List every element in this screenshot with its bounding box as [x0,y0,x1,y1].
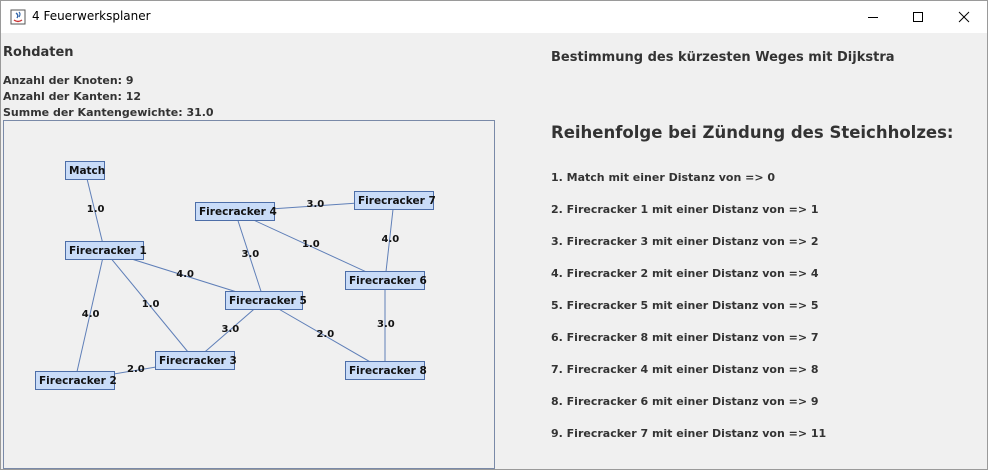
app-window: 4 Feuerwerksplaner Rohdaten Anzahl der K… [0,0,988,470]
order-item: 8. Firecracker 6 mit einer Distanz von =… [551,395,819,408]
order-item: 3. Firecracker 3 mit einer Distanz von =… [551,235,819,248]
order-title: Reihenfolge bei Zündung des Steichholzes… [551,123,954,142]
edge-weight-label: 4.0 [176,268,194,280]
order-item: 9. Firecracker 7 mit einer Distanz von =… [551,427,827,440]
minimize-button[interactable] [850,1,896,33]
edge-weight-label: 3.0 [306,199,325,210]
order-item: 4. Firecracker 2 mit einer Distanz von =… [551,267,819,280]
order-item: 7. Firecracker 4 mit einer Distanz von =… [551,363,819,376]
weight-sum: Summe der Kantengewichte: 31.0 [3,106,214,119]
graph-node-f3[interactable]: Firecracker 3 [155,351,237,370]
edge-weight-label: 4.0 [81,308,100,320]
title-bar: 4 Feuerwerksplaner [1,1,987,33]
dijkstra-title: Bestimmung des kürzesten Weges mit Dijks… [551,50,895,65]
node-count: Anzahl der Knoten: 9 [3,74,134,87]
maximize-icon [913,12,923,22]
edge-weight-label: 2.0 [127,363,145,375]
edge-weight-label: 2.0 [316,328,335,340]
edge-weight-label: 1.0 [302,239,320,250]
edge-count: Anzahl der Kanten: 12 [3,90,142,103]
order-item: 6. Firecracker 8 mit einer Distanz von =… [551,331,819,344]
graph-panel: 1.0 4.0 1.0 4.0 2.0 3.0 3.0 3.0 1.0 4.0 3.0 2.0 Matc… [3,120,495,469]
graph-node-f4[interactable]: Firecracker 4 [195,202,277,221]
graph-node-f7[interactable]: Firecracker 7 [354,191,436,210]
java-icon [10,9,26,25]
minimize-icon [868,17,878,18]
order-item: 5. Firecracker 5 mit einer Distanz von =… [551,299,819,312]
graph-node-f2[interactable]: Firecracker 2 [35,371,117,390]
edge-weight-label: 4.0 [381,233,400,245]
raw-data-heading: Rohdaten [3,45,74,60]
graph-node-match[interactable]: Match [65,161,105,180]
edge-weight-label: 3.0 [241,249,260,260]
close-button[interactable] [941,1,987,33]
graph-node-f8[interactable]: Firecracker 8 [345,361,427,380]
maximize-button[interactable] [895,1,941,33]
order-item: 1. Match mit einer Distanz von => 0 [551,171,776,184]
edge-weight-label: 3.0 [221,323,240,335]
edge-weight-label: 1.0 [86,203,105,215]
graph-node-f1[interactable]: Firecracker 1 [65,241,147,260]
order-item: 2. Firecracker 1 mit einer Distanz von =… [551,203,819,216]
window-title: 4 Feuerwerksplaner [32,9,151,23]
edge-weight-label: 1.0 [141,298,160,310]
graph-node-f5[interactable]: Firecracker 5 [225,291,307,310]
close-icon [958,11,970,23]
edge-weight-label: 3.0 [377,318,395,330]
graph-node-f6[interactable]: Firecracker 6 [345,271,427,290]
